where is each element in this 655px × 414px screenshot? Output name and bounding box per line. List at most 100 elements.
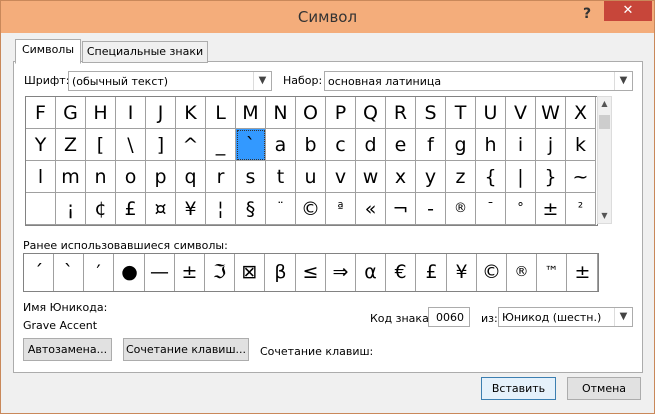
symbol-cell[interactable]: ® — [446, 193, 476, 225]
symbol-cell[interactable]: y — [416, 161, 446, 193]
recent-symbol-cell[interactable]: ● — [115, 254, 145, 291]
symbol-cell[interactable] — [26, 193, 56, 225]
symbol-cell[interactable]: § — [236, 193, 266, 225]
shortcut-key-button[interactable]: Сочетание клавиш... — [123, 338, 249, 361]
symbol-cell[interactable]: b — [296, 129, 326, 161]
symbol-cell[interactable]: ² — [566, 193, 596, 225]
chevron-down-icon[interactable]: ▼ — [253, 72, 271, 90]
symbol-cell[interactable]: P — [326, 97, 356, 129]
symbol-cell[interactable]: ¡ — [56, 193, 86, 225]
recent-symbol-cell[interactable]: — — [145, 254, 175, 291]
help-button[interactable]: ? — [577, 4, 597, 24]
symbol-cell[interactable]: { — [476, 161, 506, 193]
recent-symbol-cell[interactable]: ⇒ — [326, 254, 356, 291]
char-code-input[interactable]: 0060 — [428, 307, 470, 327]
symbol-cell[interactable]: v — [326, 161, 356, 193]
symbol-cell[interactable]: N — [266, 97, 296, 129]
autocorrect-button[interactable]: Автозамена... — [23, 338, 112, 361]
symbol-cell[interactable]: R — [386, 97, 416, 129]
symbol-cell[interactable]: l — [26, 161, 56, 193]
symbol-cell[interactable]: \ — [116, 129, 146, 161]
symbol-cell[interactable]: ¦ — [206, 193, 236, 225]
symbol-cell[interactable]: h — [476, 129, 506, 161]
symbol-cell[interactable]: ¯ — [476, 193, 506, 225]
symbol-grid-scrollbar[interactable]: ▲ ▼ — [597, 96, 612, 224]
symbol-cell[interactable]: i — [506, 129, 536, 161]
symbol-cell[interactable]: w — [356, 161, 386, 193]
symbol-cell[interactable]: | — [506, 161, 536, 193]
symbol-cell[interactable]: £ — [116, 193, 146, 225]
from-select[interactable]: Юникод (шестн.) ▼ — [498, 307, 633, 327]
symbol-cell[interactable]: ¤ — [146, 193, 176, 225]
symbol-cell[interactable]: Y — [26, 129, 56, 161]
symbol-cell[interactable]: t — [266, 161, 296, 193]
symbol-cell[interactable]: J — [146, 97, 176, 129]
scroll-up-icon[interactable]: ▲ — [598, 97, 611, 111]
symbol-cell[interactable]: T — [446, 97, 476, 129]
font-select[interactable]: (обычный текст) ▼ — [68, 71, 272, 91]
recent-symbol-cell[interactable]: ™ — [537, 254, 567, 291]
symbol-cell[interactable]: } — [536, 161, 566, 193]
recent-symbol-cell[interactable]: ¥ — [447, 254, 477, 291]
symbol-cell[interactable]: ª — [326, 193, 356, 225]
symbol-cell[interactable]: k — [566, 129, 596, 161]
recent-symbol-cell[interactable]: α — [356, 254, 386, 291]
symbol-cell[interactable]: [ — [86, 129, 116, 161]
symbol-cell[interactable]: - — [416, 193, 446, 225]
insert-button[interactable]: Вставить — [481, 377, 556, 400]
symbol-cell[interactable]: o — [116, 161, 146, 193]
symbol-cell[interactable]: u — [296, 161, 326, 193]
symbol-cell[interactable]: « — [356, 193, 386, 225]
recent-symbol-cell[interactable]: β — [266, 254, 296, 291]
recent-symbol-cell[interactable]: ′ — [84, 254, 114, 291]
recent-symbol-cell[interactable]: ` — [54, 254, 84, 291]
recent-symbol-cell[interactable]: ℑ — [205, 254, 235, 291]
symbol-cell[interactable]: e — [386, 129, 416, 161]
symbol-cell[interactable]: Q — [356, 97, 386, 129]
symbol-cell[interactable]: n — [86, 161, 116, 193]
symbol-cell[interactable]: s — [236, 161, 266, 193]
symbol-cell[interactable]: ` — [236, 129, 266, 161]
symbol-cell[interactable]: g — [446, 129, 476, 161]
symbol-cell[interactable]: F — [26, 97, 56, 129]
symbol-cell[interactable]: ¥ — [176, 193, 206, 225]
symbol-cell[interactable]: c — [326, 129, 356, 161]
symbol-cell[interactable]: I — [116, 97, 146, 129]
symbol-cell[interactable]: j — [536, 129, 566, 161]
recent-symbol-cell[interactable]: ± — [175, 254, 205, 291]
symbol-cell[interactable]: r — [206, 161, 236, 193]
recent-symbol-cell[interactable]: ± — [568, 254, 598, 291]
recent-symbol-cell[interactable]: € — [386, 254, 416, 291]
symbol-cell[interactable]: M — [236, 97, 266, 129]
chevron-down-icon[interactable]: ▼ — [614, 308, 632, 326]
symbol-cell[interactable]: X — [566, 97, 596, 129]
chevron-down-icon[interactable]: ▼ — [614, 72, 632, 90]
symbol-cell[interactable]: ° — [506, 193, 536, 225]
scroll-thumb[interactable] — [599, 115, 610, 129]
cancel-button[interactable]: Отмена — [567, 377, 641, 400]
symbol-cell[interactable]: H — [86, 97, 116, 129]
close-button[interactable]: ✕ — [604, 1, 652, 21]
recent-symbol-cell[interactable]: © — [477, 254, 507, 291]
symbol-cell[interactable]: m — [56, 161, 86, 193]
symbol-cell[interactable]: ± — [536, 193, 566, 225]
symbol-cell[interactable]: S — [416, 97, 446, 129]
title-bar[interactable]: Символ ? ✕ — [1, 1, 654, 33]
recent-symbol-cell[interactable]: ⊠ — [235, 254, 265, 291]
tab-symbols[interactable]: Символы — [15, 39, 81, 64]
symbol-cell[interactable]: U — [476, 97, 506, 129]
symbol-cell[interactable]: q — [176, 161, 206, 193]
symbol-cell[interactable]: d — [356, 129, 386, 161]
symbol-cell[interactable]: O — [296, 97, 326, 129]
recent-symbol-cell[interactable]: ≤ — [296, 254, 326, 291]
symbol-cell[interactable]: V — [506, 97, 536, 129]
symbol-cell[interactable]: z — [446, 161, 476, 193]
symbol-cell[interactable]: _ — [206, 129, 236, 161]
symbol-cell[interactable]: G — [56, 97, 86, 129]
recent-symbol-cell[interactable]: ´ — [24, 254, 54, 291]
symbol-cell[interactable]: ¬ — [386, 193, 416, 225]
symbol-cell[interactable]: L — [206, 97, 236, 129]
symbol-cell[interactable]: Z — [56, 129, 86, 161]
symbol-cell[interactable]: x — [386, 161, 416, 193]
symbol-cell[interactable]: W — [536, 97, 566, 129]
